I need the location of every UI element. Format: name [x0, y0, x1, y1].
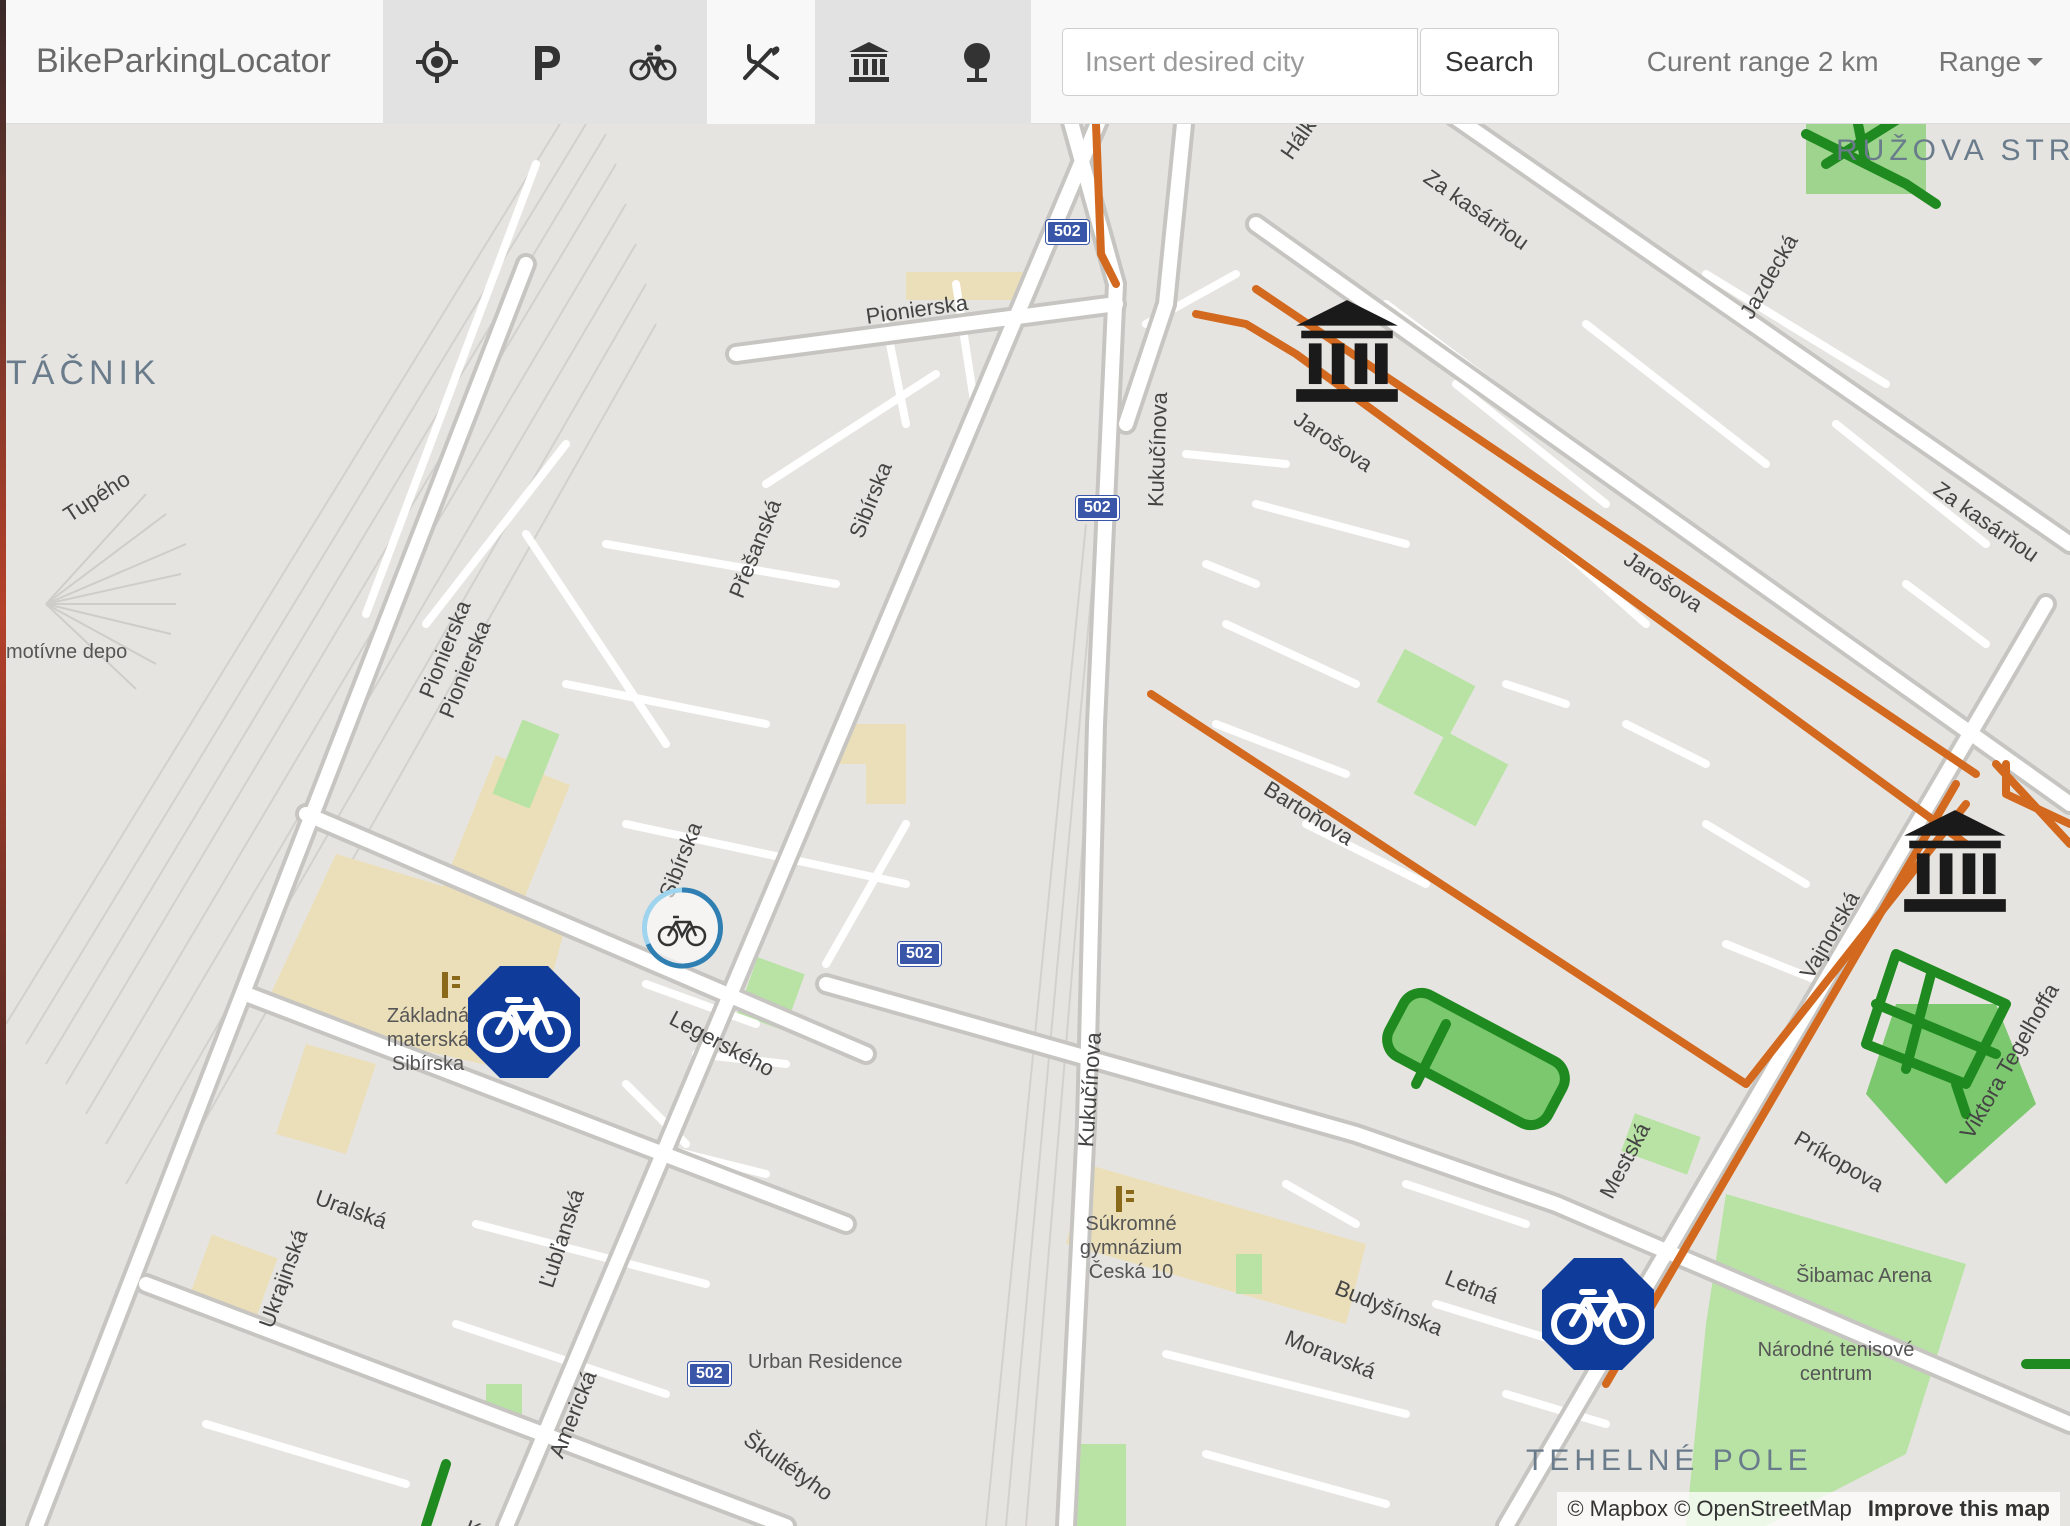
poi-filter-toolbar [383, 0, 1031, 124]
route-shield: 502 [1046, 220, 1089, 244]
bike-parking-marker[interactable] [1540, 1256, 1656, 1377]
search-button[interactable]: Search [1420, 27, 1559, 96]
top-navbar: BikeParkingLocator Search [6, 0, 2070, 124]
map-basemap [6, 124, 2070, 1526]
route-shield: 502 [898, 942, 941, 966]
school-icon [1112, 1184, 1138, 1219]
range-dropdown-label: Range [1938, 45, 2022, 77]
museum-icon[interactable] [1286, 290, 1408, 417]
bicycle-icon [641, 887, 723, 969]
restaurant-icon[interactable] [707, 0, 815, 124]
poi-label: Súkromné gymnázium Česká 10 [1079, 1213, 1183, 1283]
map-attribution: © Mapbox © OpenStreetMap Improve this ma… [1557, 1492, 2060, 1526]
mapbox-attribution-link[interactable]: © Mapbox [1567, 1496, 1668, 1521]
poi-label: Urban Residence [748, 1351, 903, 1373]
city-search-input[interactable] [1062, 27, 1418, 96]
bicycle-icon[interactable] [599, 0, 707, 124]
route-shield: 502 [1076, 496, 1119, 520]
district-label: TÁČNIK [6, 354, 161, 392]
district-label: RUŽOVA STRÁŇ [1836, 134, 2070, 167]
app-window: BikeParkingLocator Search [0, 0, 2070, 1526]
city-search: Search [1062, 27, 1559, 96]
poi-label: motívne depo [6, 641, 128, 663]
improve-map-link[interactable]: Improve this map [1868, 1496, 2050, 1521]
map-canvas[interactable]: TÁČNIK RUŽOVA STRÁŇ TEHELNÉ POLE Pionier… [6, 124, 2070, 1526]
district-label: TEHELNÉ POLE [1526, 1444, 1813, 1477]
road-label: Kukučínova [1143, 391, 1173, 508]
poi-label: Národné tenisové centrum [1757, 1339, 1915, 1385]
museum-icon[interactable] [815, 0, 923, 124]
osm-attribution-link[interactable]: © OpenStreetMap [1674, 1496, 1852, 1521]
bicycle-icon [1542, 1258, 1654, 1370]
parking-icon[interactable] [491, 0, 599, 124]
park-tree-icon[interactable] [923, 0, 1031, 124]
chevron-down-icon [2027, 57, 2044, 66]
school-icon [438, 970, 464, 1005]
bike-parking-marker[interactable] [466, 964, 582, 1085]
user-location-bike-marker[interactable] [640, 886, 724, 975]
route-shield: 502 [688, 1362, 731, 1386]
location-icon[interactable] [383, 0, 491, 124]
current-range-text: Curent range 2 km [1646, 45, 1879, 77]
bicycle-icon [468, 966, 580, 1078]
range-dropdown[interactable]: Range [1939, 46, 2044, 78]
poi-label: Šibamac Arena [1796, 1265, 1932, 1287]
window-edge [0, 0, 6, 1526]
brand-title[interactable]: BikeParkingLocator [6, 0, 383, 124]
museum-icon[interactable] [1894, 800, 2016, 927]
